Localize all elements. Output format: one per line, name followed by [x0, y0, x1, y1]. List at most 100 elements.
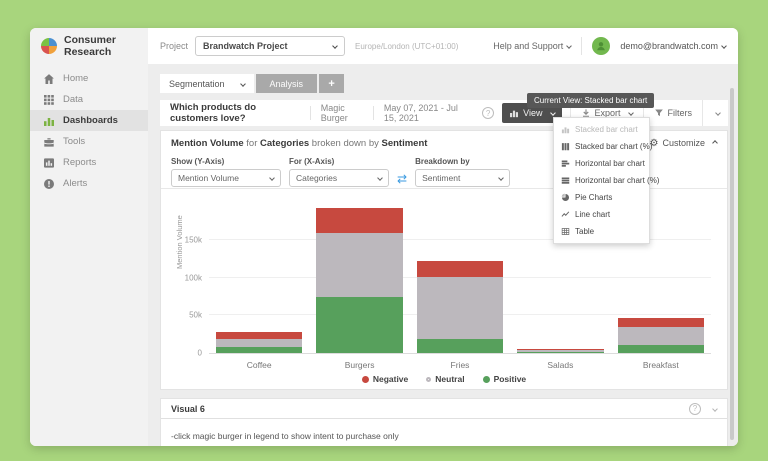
control-select[interactable]: Categories	[289, 169, 389, 187]
x-tick-label: Coffee	[246, 360, 272, 370]
segment-neutral[interactable]	[617, 326, 704, 345]
main-header: Project Brandwatch Project Europe/London…	[148, 28, 738, 64]
bar-fries[interactable]	[416, 261, 504, 353]
brand-row: Consumer Research	[30, 28, 148, 64]
segment-positive[interactable]	[617, 344, 704, 353]
add-tab-button[interactable]: +	[319, 74, 345, 93]
chevron-down-icon	[721, 43, 727, 49]
menu-item-label: Pie Charts	[575, 193, 613, 202]
legend-label: Negative	[372, 374, 409, 384]
control-breakdown-by: Breakdown by Sentiment	[415, 157, 511, 187]
legend-item-positive[interactable]: Positive	[482, 374, 526, 384]
swap-axes-icon[interactable]: ⇄	[397, 173, 407, 185]
legend-label: Neutral	[435, 374, 465, 384]
segment-positive[interactable]	[316, 296, 403, 353]
menu-item-label: Table	[575, 227, 595, 236]
tab-analysis[interactable]: Analysis	[255, 74, 318, 93]
segment-negative[interactable]	[416, 261, 504, 277]
menu-item-label: Line chart	[575, 210, 611, 219]
segment-negative[interactable]	[617, 318, 704, 327]
chevron-down-icon[interactable]	[712, 405, 718, 412]
y-axis-title: Mention Volume	[175, 215, 184, 269]
x-axis-labels: Coffee Burgers Fries Salads Breakfast	[209, 360, 711, 372]
menu-item-pie-charts[interactable]: Pie Charts	[554, 189, 649, 206]
chevron-down-icon	[332, 43, 338, 49]
brand-filter[interactable]: Magic Burger	[311, 103, 373, 123]
menu-item-horizontal-bar-chart[interactable]: Horizontal bar chart	[554, 155, 649, 172]
segment-neutral[interactable]	[416, 276, 504, 340]
pie-charts-icon	[561, 193, 570, 202]
info-icon[interactable]: ?	[689, 402, 701, 415]
bar-salads[interactable]	[517, 348, 604, 353]
sidebar-item-alerts[interactable]: Alerts	[30, 173, 148, 194]
segment-positive[interactable]	[517, 351, 604, 353]
horizontal-bar-pct-icon	[561, 176, 570, 185]
legend-dot	[482, 375, 490, 383]
project-select-value: Brandwatch Project	[203, 41, 288, 51]
account-menu[interactable]: demo@brandwatch.com	[620, 41, 727, 51]
avatar[interactable]	[592, 37, 611, 55]
segment-negative[interactable]	[316, 208, 403, 234]
segment-positive[interactable]	[216, 346, 303, 353]
y-tick-label: 0	[197, 348, 202, 358]
sidebar-item-data[interactable]: Data	[30, 89, 148, 110]
control-select-value: Sentiment	[422, 173, 461, 183]
menu-item-label: Horizontal bar chart	[575, 159, 645, 168]
menu-item-table[interactable]: Table	[554, 223, 649, 240]
y-tick-label: 100k	[184, 273, 202, 283]
chevron-down-icon	[498, 175, 504, 181]
customize-button[interactable]: ⚙ Customize	[650, 138, 718, 149]
collapse-toolbar-button[interactable]	[702, 100, 728, 126]
table-icon	[561, 227, 570, 236]
dashboard-tabs: Segmentation Analysis +	[160, 74, 345, 93]
project-label: Project	[160, 41, 189, 51]
control-select[interactable]: Sentiment	[415, 169, 511, 187]
sidebar-item-reports[interactable]: Reports	[30, 152, 148, 173]
sidebar-item-dashboards[interactable]: Dashboards	[30, 110, 148, 131]
info-icon[interactable]: ?	[482, 107, 495, 119]
chevron-down-icon	[239, 80, 246, 87]
segment-neutral[interactable]	[216, 339, 303, 347]
menu-item-label: Horizontal bar chart (%)	[575, 176, 660, 185]
segment-negative[interactable]	[216, 331, 303, 340]
bar-burgers[interactable]	[316, 208, 403, 353]
sidebar-item-label: Reports	[63, 157, 97, 168]
legend-item-negative[interactable]: Negative	[361, 374, 409, 384]
segment-positive[interactable]	[416, 339, 504, 353]
dashboard-title: Which products do customers love?	[170, 102, 257, 124]
sidebar-item-label: Tools	[63, 136, 86, 147]
control-select[interactable]: Mention Volume	[171, 169, 281, 187]
project-select[interactable]: Brandwatch Project	[195, 36, 346, 56]
help-and-support-menu[interactable]: Help and Support	[493, 41, 573, 51]
x-tick-label: Fries	[450, 360, 470, 370]
vertical-scrollbar[interactable]	[730, 88, 734, 440]
view-dropdown-menu: Stacked bar chart Stacked bar chart (%) Ho…	[553, 117, 659, 244]
chevron-down-icon	[714, 110, 721, 116]
tools-icon	[43, 136, 55, 148]
menu-item-label: Stacked bar chart (%)	[575, 142, 653, 151]
menu-item-line-chart[interactable]: Line chart	[554, 206, 649, 223]
visual6-panel: Visual 6 ? -click magic burger in legend…	[160, 398, 728, 446]
segment-neutral[interactable]	[316, 233, 403, 297]
visual6-actions: ?	[689, 402, 718, 415]
home-icon	[43, 73, 55, 85]
chevron-down-icon	[627, 110, 634, 116]
header-right: Help and Support demo@brandwatch.com	[493, 37, 727, 55]
sidebar-item-home[interactable]: Home	[30, 68, 148, 89]
bar-coffee[interactable]	[216, 331, 303, 353]
sidebar-item-tools[interactable]: Tools	[30, 131, 148, 152]
line-chart-icon	[561, 210, 570, 219]
legend-item-neutral[interactable]: Neutral	[426, 374, 465, 384]
dashboards-icon	[43, 115, 55, 127]
bar-breakfast[interactable]	[617, 318, 704, 353]
tab-segmentation[interactable]: Segmentation	[160, 74, 254, 93]
menu-item-horizontal-bar-chart-[interactable]: Horizontal bar chart (%)	[554, 172, 659, 189]
y-tick-label: 150k	[184, 235, 202, 245]
date-range[interactable]: May 07, 2021 - Jul 15, 2021	[374, 103, 482, 123]
menu-item-stacked-bar-chart-[interactable]: Stacked bar chart (%)	[554, 138, 653, 155]
stacked-bar-pct-icon	[561, 142, 570, 151]
visual6-title: Visual 6	[171, 403, 205, 414]
sidebar-nav: Home Data Dashboards Tools Reports Alerts	[30, 68, 148, 194]
brand-name: Consumer Research	[64, 34, 116, 58]
control-select-value: Categories	[296, 173, 338, 183]
